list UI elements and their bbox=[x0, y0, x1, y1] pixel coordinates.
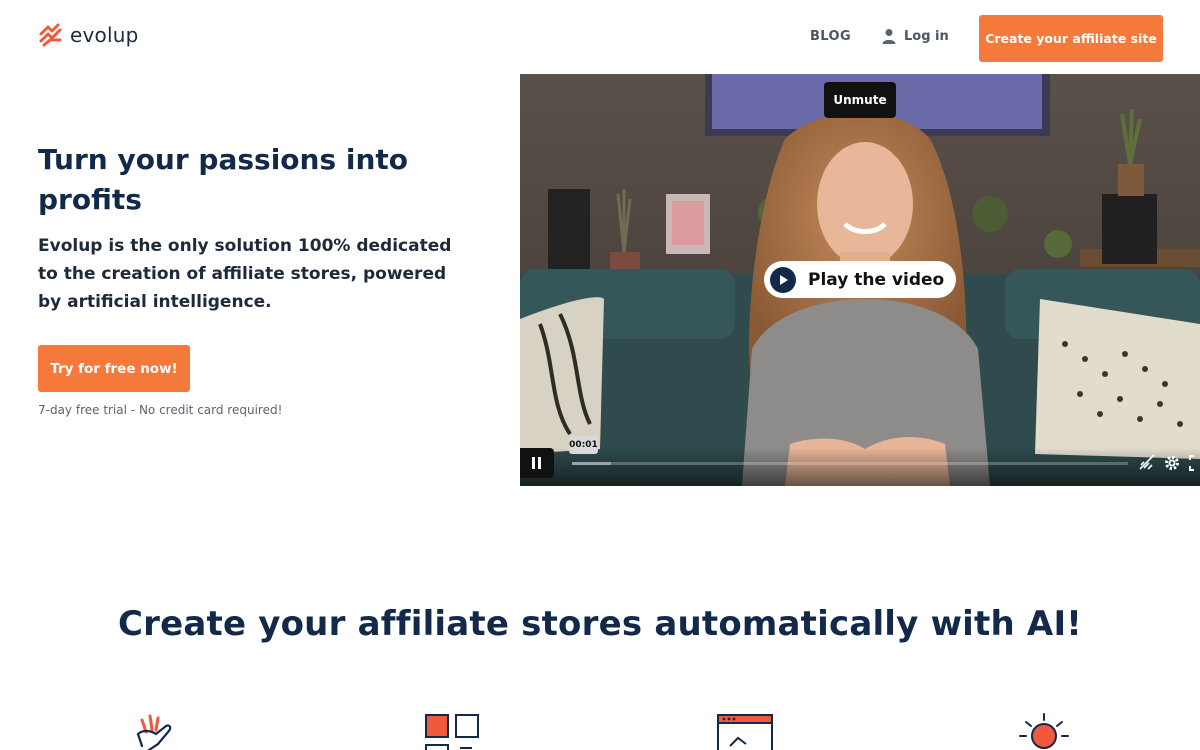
progress-fill bbox=[572, 462, 611, 465]
lightbulb-icon bbox=[1019, 713, 1069, 749]
pause-button[interactable] bbox=[520, 448, 554, 478]
pause-icon bbox=[532, 457, 541, 469]
video-controls: 00:01 bbox=[520, 436, 1200, 486]
evolup-logo-icon bbox=[39, 23, 62, 47]
browser-icon bbox=[717, 714, 773, 750]
play-icon bbox=[770, 266, 796, 293]
try-free-button[interactable]: Try for free now! bbox=[38, 345, 190, 392]
site-header: evolup BLOG Log in Create your affiliate… bbox=[0, 0, 1200, 74]
hero-title: Turn your passions into profits bbox=[38, 143, 409, 216]
trial-note: 7-day free trial - No credit card requir… bbox=[38, 403, 283, 417]
fingers-icon bbox=[136, 714, 172, 750]
play-video-label: Play the video bbox=[808, 269, 945, 290]
nav-login-label: Log in bbox=[904, 28, 949, 44]
nav-login-link[interactable]: Log in bbox=[882, 28, 949, 44]
create-affiliate-site-button[interactable]: Create your affiliate site bbox=[979, 15, 1163, 62]
user-icon bbox=[882, 29, 896, 44]
nav-blog-link[interactable]: BLOG bbox=[810, 29, 851, 44]
muted-icon[interactable] bbox=[1138, 454, 1156, 472]
logo[interactable]: evolup bbox=[38, 22, 139, 48]
hero-video[interactable]: Unmute Play the video 00:01 bbox=[520, 74, 1200, 486]
grid-icon bbox=[425, 714, 479, 750]
fullscreen-icon[interactable] bbox=[1188, 454, 1200, 472]
logo-text: evolup bbox=[70, 23, 139, 47]
unmute-button[interactable]: Unmute bbox=[824, 82, 896, 118]
settings-gear-icon[interactable] bbox=[1163, 454, 1181, 472]
progress-track[interactable] bbox=[572, 462, 1128, 465]
features-title: Create your affiliate stores automatical… bbox=[117, 604, 1082, 644]
play-video-button[interactable]: Play the video bbox=[764, 261, 956, 298]
hero-description: Evolup is the only solution 100% dedicat… bbox=[38, 236, 452, 312]
current-time: 00:01 bbox=[569, 436, 598, 454]
